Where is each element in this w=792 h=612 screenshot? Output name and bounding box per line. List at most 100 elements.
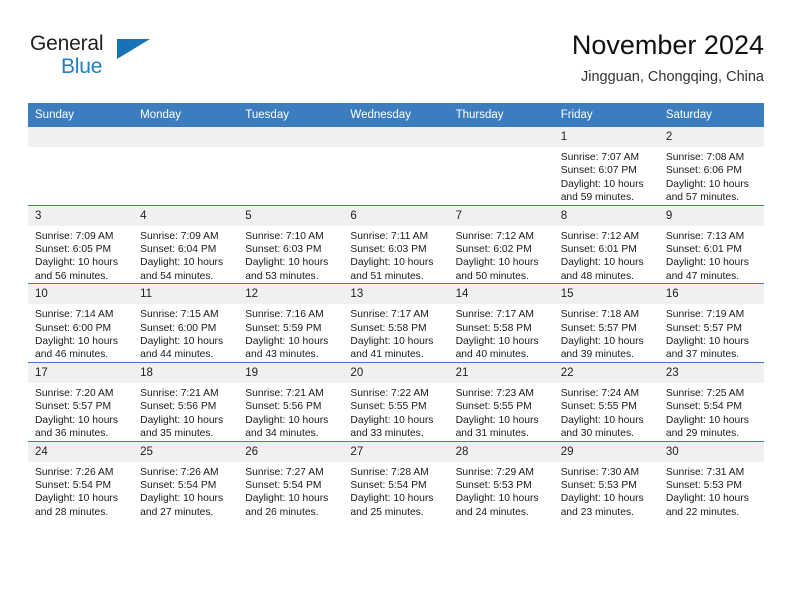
sun-info: Sunrise: 7:21 AM Sunset: 5:56 PM Daylight:… — [133, 383, 238, 441]
daylight-text-line2: and 33 minutes. — [350, 428, 424, 440]
calendar-day-cell[interactable]: 9 Sunrise: 7:13 AM Sunset: 6:01 PM Daylight… — [658, 204, 764, 284]
daylight-text-line1: Daylight: 10 hours — [455, 493, 539, 505]
day-number: 2 — [658, 127, 764, 147]
daylight-text-line1: Daylight: 10 hours — [455, 336, 539, 348]
calendar-day-cell[interactable]: 19 Sunrise: 7:21 AM Sunset: 5:56 PM Dayligh… — [238, 361, 344, 441]
calendar-day-cell[interactable]: 10 Sunrise: 7:14 AM Sunset: 6:00 PM Dayligh… — [28, 283, 134, 363]
sunrise-text: Sunrise: 7:17 AM — [350, 309, 429, 321]
sun-info: Sunrise: 7:11 AM Sunset: 6:03 PM Daylight:… — [343, 226, 448, 284]
calendar-day-cell[interactable]: 30 Sunrise: 7:31 AM Sunset: 5:53 PM Dayligh… — [658, 440, 764, 520]
sunset-text: Sunset: 5:55 PM — [560, 401, 637, 413]
day-number: 27 — [343, 441, 449, 462]
daylight-text-line1: Daylight: 10 hours — [560, 178, 644, 190]
day-number: 6 — [343, 205, 449, 226]
calendar-day-cell[interactable]: 14 Sunrise: 7:17 AM Sunset: 5:58 PM Dayligh… — [448, 283, 554, 363]
calendar-day-cell[interactable]: 16 Sunrise: 7:19 AM Sunset: 5:57 PM Dayligh… — [658, 283, 764, 363]
daylight-text-line1: Daylight: 10 hours — [350, 414, 434, 426]
calendar-day-cell[interactable]: 28 Sunrise: 7:29 AM Sunset: 5:53 PM Dayligh… — [448, 440, 554, 520]
sunset-text: Sunset: 5:54 PM — [140, 479, 217, 491]
calendar-day-cell[interactable]: 1 Sunrise: 7:07 AM Sunset: 6:07 PM Daylight… — [553, 126, 659, 206]
calendar-page: General Blue November 2024 Jingguan, Cho… — [0, 0, 792, 612]
day-number — [448, 127, 554, 147]
calendar-day-cell[interactable]: 3 Sunrise: 7:09 AM Sunset: 6:05 PM Daylight… — [28, 204, 134, 284]
daylight-text-line2: and 31 minutes. — [455, 428, 529, 440]
daylight-text-line2: and 27 minutes. — [140, 506, 214, 518]
daylight-text-line1: Daylight: 10 hours — [245, 257, 329, 269]
calendar-day-cell[interactable]: 4 Sunrise: 7:09 AM Sunset: 6:04 PM Daylight… — [133, 204, 239, 284]
sunrise-text: Sunrise: 7:08 AM — [665, 152, 745, 163]
calendar-day-cell[interactable]: 18 Sunrise: 7:21 AM Sunset: 5:56 PM Dayligh… — [133, 361, 239, 441]
calendar-cell-empty — [448, 126, 554, 206]
sun-info: Sunrise: 7:14 AM Sunset: 6:00 PM Daylight:… — [28, 304, 133, 362]
calendar-day-cell[interactable]: 21 Sunrise: 7:23 AM Sunset: 5:55 PM Dayligh… — [448, 361, 554, 441]
calendar-day-cell[interactable]: 7 Sunrise: 7:12 AM Sunset: 6:02 PM Daylight… — [448, 204, 554, 284]
calendar-day-cell[interactable]: 2 Sunrise: 7:08 AM Sunset: 6:06 PM Daylight… — [658, 126, 764, 206]
sunset-text: Sunset: 5:53 PM — [560, 479, 637, 491]
sun-info: Sunrise: 7:26 AM Sunset: 5:54 PM Daylight:… — [28, 462, 133, 520]
sun-info: Sunrise: 7:16 AM Sunset: 5:59 PM Daylight:… — [238, 304, 343, 362]
calendar-day-cell[interactable]: 15 Sunrise: 7:18 AM Sunset: 5:57 PM Dayligh… — [553, 283, 659, 363]
general-blue-logo[interactable]: General Blue — [30, 32, 170, 90]
calendar-day-cell[interactable]: 26 Sunrise: 7:27 AM Sunset: 5:54 PM Dayligh… — [238, 440, 344, 520]
daylight-text-line1: Daylight: 10 hours — [665, 493, 749, 505]
sunset-text: Sunset: 6:03 PM — [350, 244, 427, 256]
daylight-text-line2: and 22 minutes. — [665, 506, 740, 518]
calendar-day-cell[interactable]: 13 Sunrise: 7:17 AM Sunset: 5:58 PM Dayligh… — [343, 283, 449, 363]
sunrise-text: Sunrise: 7:24 AM — [560, 387, 640, 399]
calendar-week-row: 17 Sunrise: 7:20 AM Sunset: 5:57 PM Dayligh… — [28, 361, 764, 441]
daylight-text-line1: Daylight: 10 hours — [455, 414, 539, 426]
day-number — [343, 127, 449, 147]
sunset-text: Sunset: 5:55 PM — [350, 401, 427, 413]
day-number: 23 — [658, 362, 764, 383]
sunset-text: Sunset: 6:01 PM — [665, 244, 742, 256]
calendar-day-cell[interactable]: 27 Sunrise: 7:28 AM Sunset: 5:54 PM Dayligh… — [343, 440, 449, 520]
calendar-day-cell[interactable]: 17 Sunrise: 7:20 AM Sunset: 5:57 PM Dayligh… — [28, 361, 134, 441]
sun-info: Sunrise: 7:09 AM Sunset: 6:04 PM Daylight:… — [133, 226, 238, 284]
sun-info: Sunrise: 7:27 AM Sunset: 5:54 PM Daylight:… — [238, 462, 343, 520]
daylight-text-line2: and 37 minutes. — [665, 349, 740, 361]
daylight-text-line1: Daylight: 10 hours — [350, 336, 434, 348]
calendar-day-cell[interactable]: 11 Sunrise: 7:15 AM Sunset: 6:00 PM Dayligh… — [133, 283, 239, 363]
sunrise-text: Sunrise: 7:28 AM — [350, 466, 429, 478]
sunrise-text: Sunrise: 7:29 AM — [455, 466, 534, 478]
sun-info: Sunrise: 7:31 AM Sunset: 5:53 PM Daylight:… — [659, 462, 764, 520]
calendar-day-cell[interactable]: 5 Sunrise: 7:10 AM Sunset: 6:03 PM Daylight… — [238, 204, 344, 284]
calendar-day-cell[interactable]: 25 Sunrise: 7:26 AM Sunset: 5:54 PM Dayligh… — [133, 440, 239, 520]
daylight-text-line2: and 46 minutes. — [35, 349, 109, 361]
sun-info: Sunrise: 7:15 AM Sunset: 6:00 PM Daylight:… — [133, 304, 238, 362]
daylight-text-line2: and 25 minutes. — [350, 506, 424, 518]
calendar-day-cell[interactable]: 23 Sunrise: 7:25 AM Sunset: 5:54 PM Dayligh… — [658, 361, 764, 441]
daylight-text-line2: and 28 minutes. — [35, 506, 109, 518]
sun-info: Sunrise: 7:08 AM Sunset: 6:06 PM Daylight:… — [659, 147, 764, 205]
location-subtitle: Jingguan, Chongqing, China — [581, 69, 764, 85]
sunset-text: Sunset: 5:56 PM — [245, 401, 322, 413]
sunrise-text: Sunrise: 7:22 AM — [350, 387, 429, 399]
sunrise-text: Sunrise: 7:23 AM — [455, 387, 534, 399]
sun-info: Sunrise: 7:09 AM Sunset: 6:05 PM Daylight:… — [28, 226, 133, 284]
sun-info: Sunrise: 7:26 AM Sunset: 5:54 PM Daylight:… — [133, 462, 238, 520]
calendar-week-row: 24 Sunrise: 7:26 AM Sunset: 5:54 PM Dayligh… — [28, 440, 764, 520]
sunrise-text: Sunrise: 7:18 AM — [560, 309, 640, 321]
calendar-day-cell[interactable]: 22 Sunrise: 7:24 AM Sunset: 5:55 PM Dayligh… — [553, 361, 659, 441]
sunset-text: Sunset: 6:01 PM — [560, 244, 637, 256]
sunrise-text: Sunrise: 7:12 AM — [560, 230, 640, 242]
day-number: 21 — [448, 362, 554, 383]
calendar-day-cell[interactable]: 12 Sunrise: 7:16 AM Sunset: 5:59 PM Dayligh… — [238, 283, 344, 363]
sunset-text: Sunset: 5:53 PM — [665, 479, 742, 491]
weekday-header-wednesday: Wednesday — [343, 103, 449, 127]
calendar-day-cell[interactable]: 29 Sunrise: 7:30 AM Sunset: 5:53 PM Dayligh… — [553, 440, 659, 520]
logo-text-blue: Blue — [61, 55, 103, 78]
daylight-text-line1: Daylight: 10 hours — [665, 336, 749, 348]
daylight-text-line2: and 57 minutes. — [665, 192, 740, 204]
calendar-day-cell[interactable]: 20 Sunrise: 7:22 AM Sunset: 5:55 PM Dayligh… — [343, 361, 449, 441]
calendar-day-cell[interactable]: 8 Sunrise: 7:12 AM Sunset: 6:01 PM Daylight… — [553, 204, 659, 284]
sunrise-text: Sunrise: 7:19 AM — [665, 309, 745, 321]
sun-info: Sunrise: 7:13 AM Sunset: 6:01 PM Daylight:… — [659, 226, 764, 284]
day-number: 14 — [448, 284, 554, 305]
sun-info: Sunrise: 7:12 AM Sunset: 6:01 PM Daylight:… — [554, 226, 659, 284]
calendar-day-cell[interactable]: 24 Sunrise: 7:26 AM Sunset: 5:54 PM Dayligh… — [28, 440, 134, 520]
daylight-text-line1: Daylight: 10 hours — [140, 336, 224, 348]
sun-info: Sunrise: 7:22 AM Sunset: 5:55 PM Daylight:… — [343, 383, 448, 441]
calendar-day-cell[interactable]: 6 Sunrise: 7:11 AM Sunset: 6:03 PM Daylight… — [343, 204, 449, 284]
daylight-text-line2: and 30 minutes. — [560, 428, 634, 440]
